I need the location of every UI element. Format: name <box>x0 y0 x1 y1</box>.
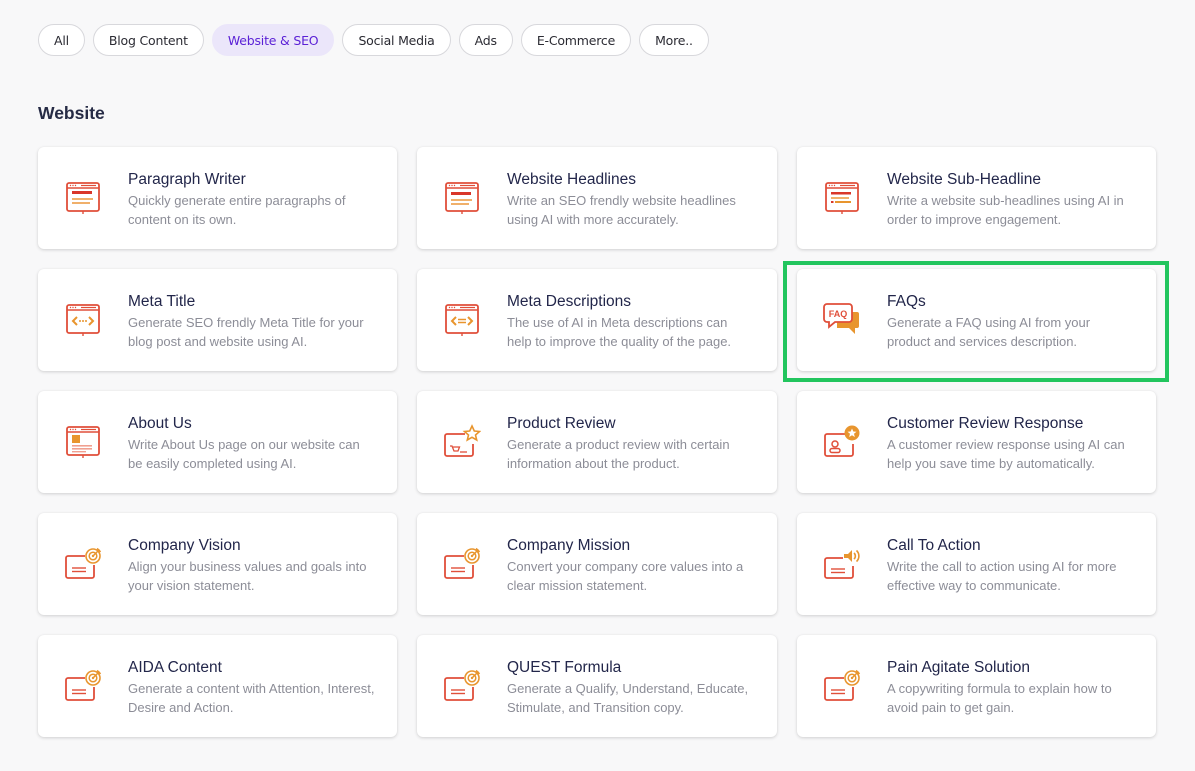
template-card-paragraph-writer[interactable]: Paragraph Writer Quickly generate entire… <box>38 147 397 249</box>
card-description: A customer review response using AI can h… <box>887 437 1125 471</box>
target-card-icon <box>62 665 104 707</box>
template-card-company-vision[interactable]: Company Vision Align your business value… <box>38 513 397 615</box>
card-description: A copywriting formula to explain how to a… <box>887 681 1112 715</box>
target-card-icon <box>62 543 104 585</box>
card-title: Pain Agitate Solution <box>887 659 1031 676</box>
template-card-pain-agitate-solution[interactable]: Pain Agitate Solution A copywriting form… <box>797 635 1156 737</box>
card-title: Meta Descriptions <box>507 293 632 310</box>
template-card-meta-title[interactable]: Meta Title Generate SEO frendly Meta Tit… <box>38 269 397 371</box>
category-filter-bar: All Blog Content Website & SEO Social Me… <box>38 24 709 56</box>
template-card-aida-content[interactable]: AIDA Content Generate a content with Att… <box>38 635 397 737</box>
card-description: Generate a FAQ using AI from your product… <box>887 315 1091 349</box>
template-card-company-mission[interactable]: Company Mission Convert your company cor… <box>417 513 777 615</box>
card-title: About Us <box>128 415 192 432</box>
svg-text:FAQ: FAQ <box>829 309 848 319</box>
card-description: Generate SEO frendly Meta Title for your… <box>128 315 364 349</box>
filter-all[interactable]: All <box>38 24 85 56</box>
filter-website-seo[interactable]: Website & SEO <box>211 24 335 56</box>
card-title: QUEST Formula <box>507 659 622 676</box>
card-title: Customer Review Response <box>887 415 1084 432</box>
webpage-code-equals-icon <box>441 299 483 341</box>
card-title: Meta Title <box>128 293 196 310</box>
card-description: Quickly generate entire paragraphs of con… <box>128 193 346 227</box>
card-description: Write a website sub-headlines using AI i… <box>887 193 1124 227</box>
template-card-call-to-action[interactable]: Call To Action Write the call to action … <box>797 513 1156 615</box>
target-card-icon <box>441 665 483 707</box>
card-title: AIDA Content <box>128 659 222 676</box>
product-star-icon <box>441 421 483 463</box>
card-title: Company Vision <box>128 537 241 554</box>
card-description: Write About Us page on our website can be… <box>128 437 360 471</box>
template-card-about-us[interactable]: About Us Write About Us page on our webs… <box>38 391 397 493</box>
filter-e-commerce[interactable]: E-Commerce <box>520 24 632 56</box>
template-card-product-review[interactable]: Product Review Generate a product review… <box>417 391 777 493</box>
card-title: Website Sub-Headline <box>887 171 1041 188</box>
target-card-icon <box>441 543 483 585</box>
card-title: FAQs <box>887 293 926 310</box>
webpage-subheadline-icon <box>821 177 863 219</box>
target-card-icon <box>821 665 863 707</box>
template-card-faqs[interactable]: FAQ FAQs Generate a FAQ using AI from yo… <box>797 269 1156 371</box>
filter-social-media[interactable]: Social Media <box>342 24 451 56</box>
template-card-website-sub-headline[interactable]: Website Sub-Headline Write a website sub… <box>797 147 1156 249</box>
filter-ads[interactable]: Ads <box>458 24 513 56</box>
card-title: Paragraph Writer <box>128 171 246 188</box>
card-title: Company Mission <box>507 537 631 554</box>
section-title: Website <box>38 103 105 123</box>
faq-chat-icon: FAQ <box>821 299 863 341</box>
card-description: Generate a Qualify, Understand, Educate,… <box>507 681 749 715</box>
template-card-quest-formula[interactable]: QUEST Formula Generate a Qualify, Unders… <box>417 635 777 737</box>
card-title: Call To Action <box>887 537 981 554</box>
card-title: Product Review <box>507 415 616 432</box>
card-description: The use of AI in Meta descriptions can he… <box>507 315 732 349</box>
card-description: Align your business values and goals int… <box>128 559 367 593</box>
filter-blog-content[interactable]: Blog Content <box>92 24 204 56</box>
card-description: Generate a product review with certain in… <box>507 437 730 471</box>
webpage-headline-icon <box>441 177 483 219</box>
card-description: Generate a content with Attention, Inter… <box>128 681 375 715</box>
webpage-about-icon <box>62 421 104 463</box>
template-grid: Paragraph Writer Quickly generate entire… <box>38 147 1156 737</box>
template-card-website-headlines[interactable]: Website Headlines Write an SEO frendly w… <box>417 147 777 249</box>
customer-star-icon <box>821 421 863 463</box>
megaphone-card-icon <box>821 543 863 585</box>
card-description: Write an SEO frendly website headlines us… <box>507 193 736 227</box>
template-card-customer-review-response[interactable]: Customer Review Response A customer revi… <box>797 391 1156 493</box>
card-title: Website Headlines <box>507 171 636 188</box>
template-card-meta-descriptions[interactable]: Meta Descriptions The use of AI in Meta … <box>417 269 777 371</box>
card-description: Convert your company core values into ac… <box>507 559 744 593</box>
webpage-paragraph-icon <box>62 177 104 219</box>
card-description: Write the call to action using AI for mo… <box>887 559 1117 593</box>
webpage-code-icon <box>62 299 104 341</box>
filter-more[interactable]: More.. <box>639 24 709 56</box>
